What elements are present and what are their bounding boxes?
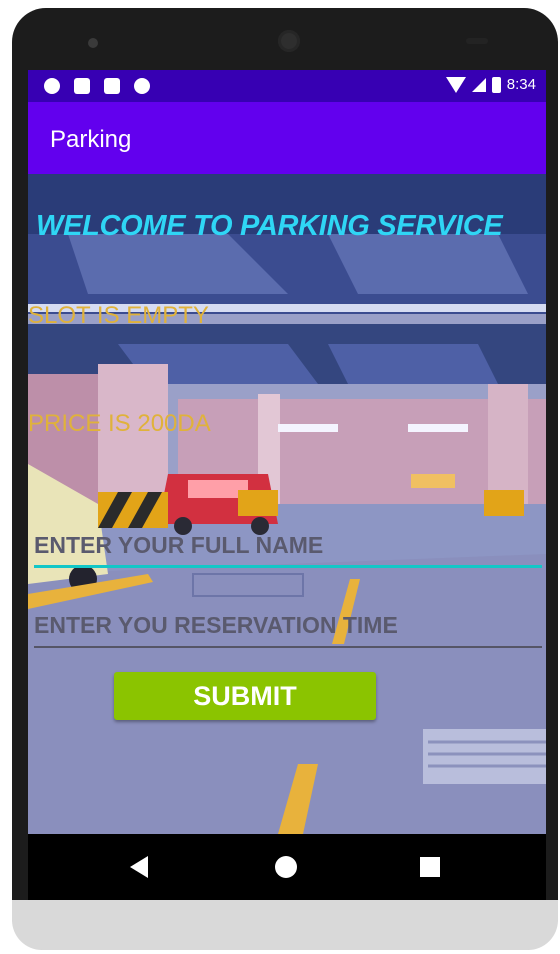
proximity-sensor	[466, 38, 488, 44]
battery-icon	[491, 76, 501, 93]
slot-status-text: SLOT IS EMPTY	[28, 302, 209, 329]
parking-garage-background	[28, 174, 546, 834]
front-speaker	[88, 38, 98, 48]
system-status: 8:34	[445, 76, 536, 93]
reservation-time-input[interactable]	[34, 608, 542, 642]
front-camera	[278, 30, 300, 52]
main-content: WELCOME TO PARKING SERVICE SLOT IS EMPTY…	[28, 174, 546, 834]
navigation-bar	[28, 834, 546, 900]
clock: 8:34	[506, 76, 536, 93]
shield-icon	[44, 78, 60, 94]
reservation-time-underline	[34, 646, 542, 648]
home-icon[interactable]	[275, 856, 297, 878]
image-icon	[74, 78, 90, 94]
status-bar: 8:34	[28, 70, 546, 102]
sd-card-icon	[104, 78, 120, 94]
device-screen: 8:34 Parking WELCOME TO PARKING SERVICE …	[28, 70, 546, 900]
app-bar: Parking	[28, 102, 546, 174]
full-name-input[interactable]	[34, 528, 542, 562]
notification-icons	[44, 78, 150, 94]
recents-icon[interactable]	[420, 857, 440, 877]
app-title: Parking	[50, 126, 132, 153]
phone-chin	[12, 900, 558, 950]
welcome-heading: WELCOME TO PARKING SERVICE	[36, 210, 503, 242]
record-icon	[134, 78, 150, 94]
signal-icon	[471, 77, 486, 92]
full-name-underline	[34, 565, 542, 568]
price-text: PRICE IS 200DA	[28, 410, 211, 437]
submit-button[interactable]: SUBMIT	[114, 672, 376, 720]
reservation-time-field	[34, 608, 542, 648]
full-name-field	[34, 528, 542, 568]
wifi-icon	[445, 76, 466, 93]
back-icon[interactable]	[130, 856, 148, 878]
